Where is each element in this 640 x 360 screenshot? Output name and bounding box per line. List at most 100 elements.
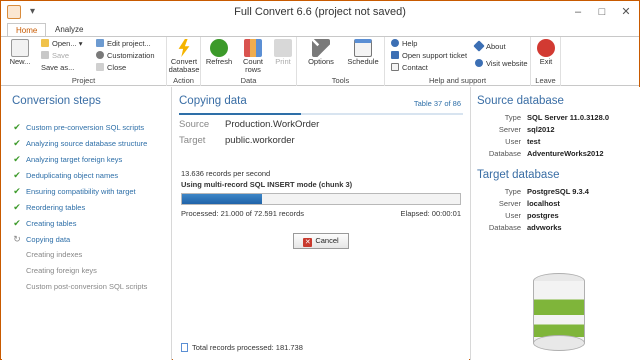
edit-project-icon <box>96 39 104 47</box>
target-label: Target <box>179 135 206 146</box>
ribbon-group-data: Refresh Count rows Print Data <box>201 37 297 86</box>
records-progress-bar <box>181 193 461 205</box>
save-as-button[interactable]: Save as... <box>41 63 74 73</box>
target-field-value: advworks <box>527 223 562 232</box>
copying-data-title: Copying data <box>179 95 247 107</box>
cancel-x-icon: ✕ <box>303 238 313 247</box>
conversion-step-label: Creating foreign keys <box>26 266 97 275</box>
customization-button[interactable]: Customization <box>96 51 155 61</box>
options-button[interactable]: Options <box>305 39 337 66</box>
tab-home[interactable]: Home <box>7 23 47 37</box>
mail-icon <box>391 63 399 71</box>
exit-button[interactable]: Exit <box>534 39 558 66</box>
database-illustration <box>533 273 585 353</box>
target-database-title: Target database <box>477 169 560 181</box>
conversion-steps-panel: Conversion steps ✔ Custom pre-conversion … <box>2 87 172 360</box>
maximize-button[interactable]: □ <box>593 4 611 20</box>
open-support-ticket-button[interactable]: Open support ticket <box>391 51 467 61</box>
source-table-value: Production.WorkOrder <box>225 119 320 130</box>
print-button[interactable]: Print <box>271 39 295 66</box>
total-records-processed: Total records processed: 181.738 <box>181 343 303 352</box>
printer-icon <box>274 39 292 57</box>
ticket-icon <box>391 51 399 59</box>
edit-project-button[interactable]: Edit project... <box>96 39 151 49</box>
target-field-label: Server <box>498 199 521 208</box>
contact-button[interactable]: Contact <box>391 63 428 73</box>
elapsed-time-text: Elapsed: 00:00:01 <box>400 209 461 218</box>
ribbon-group-leave: Exit Leave <box>531 37 561 86</box>
ribbon-group-tools: Options Schedule Tools <box>297 37 385 86</box>
conversion-step-label: Creating indexes <box>26 250 83 259</box>
gear-icon <box>96 51 104 59</box>
app-window: ▾ Full Convert 6.6 (project not saved) –… <box>0 0 640 360</box>
visit-website-button[interactable]: Visit website <box>475 59 528 69</box>
conversion-step: Custom post-conversion SQL scripts <box>12 281 147 293</box>
target-field-label: Database <box>488 223 521 232</box>
count-rows-button[interactable]: Count rows <box>239 39 267 74</box>
conversion-step-label: Analyzing target foreign keys <box>26 155 123 164</box>
source-field-label: Server <box>498 125 521 134</box>
options-label: Options <box>308 57 334 66</box>
group-label-help: Help and support <box>428 76 487 85</box>
source-field-label: Type <box>504 113 521 122</box>
schedule-button[interactable]: Schedule <box>345 39 381 66</box>
insert-mode-text: Using multi-record SQL INSERT mode (chun… <box>181 180 353 189</box>
about-icon <box>473 40 485 52</box>
target-field-label: Type <box>504 187 521 196</box>
count-rows-label: Count rows <box>242 57 263 74</box>
power-icon <box>537 39 555 57</box>
tab-analyze[interactable]: Analyze <box>47 23 91 37</box>
convert-database-button[interactable]: Convert database <box>168 39 200 74</box>
records-per-second: 13.636 records per second <box>181 169 271 178</box>
checkmark-icon: ✔ <box>13 186 21 196</box>
database-info-panel: Source database Type SQL Server 11.0.3128… <box>470 87 640 360</box>
source-field-value: SQL Server 11.0.3128.0 <box>527 113 610 122</box>
close-window-button[interactable]: ✕ <box>617 4 635 20</box>
cancel-button[interactable]: ✕ Cancel <box>293 233 349 249</box>
group-label-data: Data <box>240 76 257 85</box>
table-counter: Table 37 of 86 <box>413 99 461 108</box>
source-label: Source <box>179 119 210 130</box>
close-project-button[interactable]: Close <box>96 63 126 73</box>
source-field-value: test <box>527 137 541 146</box>
refresh-icon <box>210 39 228 57</box>
conversion-step: ✔ Deduplicating object names <box>12 169 118 181</box>
ribbon-group-action: Convert database Action <box>167 37 201 86</box>
source-field-label: Database <box>488 149 521 158</box>
conversion-step: Creating indexes <box>12 249 82 261</box>
folder-icon <box>41 39 49 47</box>
conversion-step: Creating foreign keys <box>12 265 97 277</box>
exit-label: Exit <box>539 57 553 66</box>
about-button[interactable]: About <box>473 40 506 52</box>
group-label-tools: Tools <box>331 76 350 85</box>
source-database-title: Source database <box>477 95 564 107</box>
checkmark-icon: ✔ <box>13 122 21 132</box>
conversion-steps-title: Conversion steps <box>12 95 101 107</box>
checkmark-icon: ✔ <box>13 138 21 148</box>
open-button[interactable]: Open... ▾ <box>41 39 82 49</box>
conversion-step: ↻ Copying data <box>12 233 70 245</box>
target-field-value: localhost <box>527 199 560 208</box>
group-label-project: Project <box>71 76 96 85</box>
refresh-button[interactable]: Refresh <box>205 39 233 66</box>
source-field-value: AdventureWorks2012 <box>527 149 604 158</box>
group-label-leave: Leave <box>535 76 556 85</box>
conversion-step: ✔ Analyzing source database structure <box>12 137 147 149</box>
new-document-icon <box>11 39 29 57</box>
title-bar: ▾ Full Convert 6.6 (project not saved) –… <box>1 1 639 23</box>
lightning-icon <box>178 39 190 57</box>
document-icon <box>181 343 188 352</box>
calendar-icon <box>354 39 372 57</box>
conversion-step-label: Reordering tables <box>26 203 86 212</box>
help-button[interactable]: Help <box>391 39 417 49</box>
new-button[interactable]: New... <box>7 39 33 66</box>
checkmark-icon: ✔ <box>13 202 21 212</box>
copy-progress-panel: Copying data Table 37 of 86 Source Produ… <box>173 87 469 360</box>
ribbon: New... Open... ▾ Save Save as... Edit pr… <box>1 36 639 86</box>
schedule-label: Schedule <box>347 57 379 66</box>
window-title: Full Convert 6.6 (project not saved) <box>234 6 406 18</box>
save-button[interactable]: Save <box>41 51 69 61</box>
minimize-button[interactable]: – <box>569 4 587 20</box>
conversion-step-label: Analyzing source database structure <box>26 139 148 148</box>
bar-chart-icon <box>244 39 262 57</box>
